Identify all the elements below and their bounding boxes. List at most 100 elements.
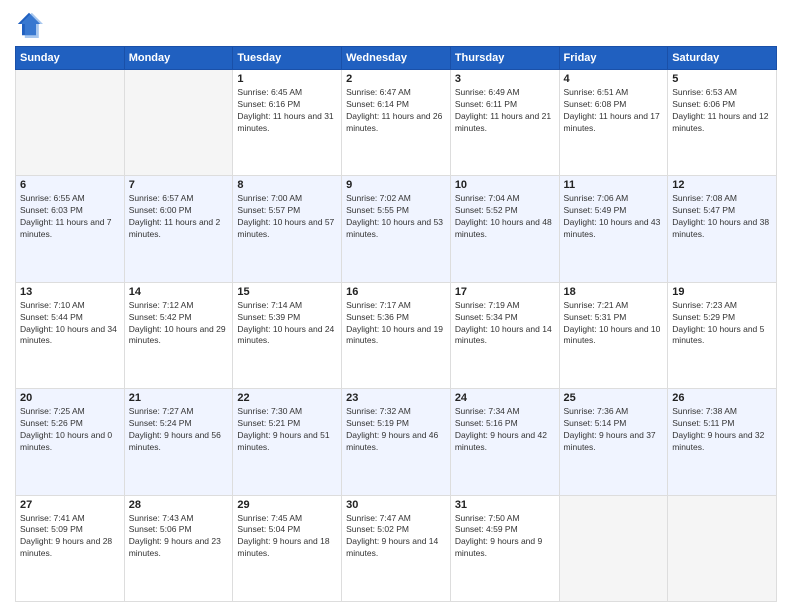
day-info: Sunrise: 7:12 AMSunset: 5:42 PMDaylight:… xyxy=(129,300,229,348)
day-number: 7 xyxy=(129,179,229,191)
day-info: Sunrise: 7:10 AMSunset: 5:44 PMDaylight:… xyxy=(20,300,120,348)
calendar-cell: 13 Sunrise: 7:10 AMSunset: 5:44 PMDayligh… xyxy=(16,282,125,388)
day-info: Sunrise: 7:27 AMSunset: 5:24 PMDaylight:… xyxy=(129,406,229,454)
calendar-cell: 19 Sunrise: 7:23 AMSunset: 5:29 PMDayligh… xyxy=(668,282,777,388)
day-info: Sunrise: 7:38 AMSunset: 5:11 PMDaylight:… xyxy=(672,406,772,454)
calendar-cell xyxy=(124,70,233,176)
calendar-cell: 1 Sunrise: 6:45 AMSunset: 6:16 PMDaylight… xyxy=(233,70,342,176)
day-number: 11 xyxy=(564,179,664,191)
calendar-cell: 21 Sunrise: 7:27 AMSunset: 5:24 PMDayligh… xyxy=(124,389,233,495)
day-number: 26 xyxy=(672,392,772,404)
calendar-cell: 20 Sunrise: 7:25 AMSunset: 5:26 PMDayligh… xyxy=(16,389,125,495)
day-number: 20 xyxy=(20,392,120,404)
day-info: Sunrise: 6:57 AMSunset: 6:00 PMDaylight:… xyxy=(129,193,229,241)
page: Sunday Monday Tuesday Wednesday Thursday… xyxy=(0,0,792,612)
day-number: 19 xyxy=(672,286,772,298)
day-number: 2 xyxy=(346,73,446,85)
day-info: Sunrise: 6:45 AMSunset: 6:16 PMDaylight:… xyxy=(237,87,337,135)
col-friday: Friday xyxy=(559,47,668,70)
calendar-week-4: 20 Sunrise: 7:25 AMSunset: 5:26 PMDayligh… xyxy=(16,389,777,495)
calendar-cell: 28 Sunrise: 7:43 AMSunset: 5:06 PMDayligh… xyxy=(124,495,233,601)
day-number: 8 xyxy=(237,179,337,191)
day-info: Sunrise: 6:55 AMSunset: 6:03 PMDaylight:… xyxy=(20,193,120,241)
day-number: 25 xyxy=(564,392,664,404)
calendar-cell: 10 Sunrise: 7:04 AMSunset: 5:52 PMDayligh… xyxy=(450,176,559,282)
calendar-cell: 11 Sunrise: 7:06 AMSunset: 5:49 PMDayligh… xyxy=(559,176,668,282)
day-number: 1 xyxy=(237,73,337,85)
calendar-week-5: 27 Sunrise: 7:41 AMSunset: 5:09 PMDayligh… xyxy=(16,495,777,601)
day-number: 27 xyxy=(20,499,120,511)
calendar-cell xyxy=(668,495,777,601)
day-info: Sunrise: 7:30 AMSunset: 5:21 PMDaylight:… xyxy=(237,406,337,454)
day-number: 29 xyxy=(237,499,337,511)
calendar-cell: 7 Sunrise: 6:57 AMSunset: 6:00 PMDaylight… xyxy=(124,176,233,282)
day-info: Sunrise: 7:19 AMSunset: 5:34 PMDaylight:… xyxy=(455,300,555,348)
calendar-cell: 2 Sunrise: 6:47 AMSunset: 6:14 PMDaylight… xyxy=(342,70,451,176)
day-info: Sunrise: 7:32 AMSunset: 5:19 PMDaylight:… xyxy=(346,406,446,454)
calendar-cell: 9 Sunrise: 7:02 AMSunset: 5:55 PMDaylight… xyxy=(342,176,451,282)
day-number: 16 xyxy=(346,286,446,298)
day-info: Sunrise: 6:53 AMSunset: 6:06 PMDaylight:… xyxy=(672,87,772,135)
calendar-cell xyxy=(16,70,125,176)
day-info: Sunrise: 7:21 AMSunset: 5:31 PMDaylight:… xyxy=(564,300,664,348)
col-saturday: Saturday xyxy=(668,47,777,70)
calendar-cell: 8 Sunrise: 7:00 AMSunset: 5:57 PMDaylight… xyxy=(233,176,342,282)
day-info: Sunrise: 7:06 AMSunset: 5:49 PMDaylight:… xyxy=(564,193,664,241)
day-info: Sunrise: 7:00 AMSunset: 5:57 PMDaylight:… xyxy=(237,193,337,241)
day-number: 14 xyxy=(129,286,229,298)
day-number: 10 xyxy=(455,179,555,191)
calendar-cell: 15Sunrise: 7:14 AMSunset: 5:39 PMDayligh… xyxy=(233,282,342,388)
calendar-header-row: Sunday Monday Tuesday Wednesday Thursday… xyxy=(16,47,777,70)
day-info: Sunrise: 7:47 AMSunset: 5:02 PMDaylight:… xyxy=(346,513,446,561)
day-info: Sunrise: 7:43 AMSunset: 5:06 PMDaylight:… xyxy=(129,513,229,561)
calendar-cell: 12 Sunrise: 7:08 AMSunset: 5:47 PMDayligh… xyxy=(668,176,777,282)
day-number: 15 xyxy=(237,286,337,298)
day-number: 22 xyxy=(237,392,337,404)
day-number: 13 xyxy=(20,286,120,298)
day-number: 28 xyxy=(129,499,229,511)
col-wednesday: Wednesday xyxy=(342,47,451,70)
day-info: Sunrise: 7:25 AMSunset: 5:26 PMDaylight:… xyxy=(20,406,120,454)
day-info: Sunrise: 7:41 AMSunset: 5:09 PMDaylight:… xyxy=(20,513,120,561)
day-number: 17 xyxy=(455,286,555,298)
col-thursday: Thursday xyxy=(450,47,559,70)
calendar-cell: 6Sunrise: 6:55 AMSunset: 6:03 PMDaylight… xyxy=(16,176,125,282)
day-number: 9 xyxy=(346,179,446,191)
day-info: Sunrise: 7:36 AMSunset: 5:14 PMDaylight:… xyxy=(564,406,664,454)
calendar-cell: 22 Sunrise: 7:30 AMSunset: 5:21 PMDayligh… xyxy=(233,389,342,495)
day-info: Sunrise: 7:34 AMSunset: 5:16 PMDaylight:… xyxy=(455,406,555,454)
day-info: Sunrise: 6:49 AMSunset: 6:11 PMDaylight:… xyxy=(455,87,555,135)
calendar-cell: 5 Sunrise: 6:53 AMSunset: 6:06 PMDaylight… xyxy=(668,70,777,176)
day-number: 5 xyxy=(672,73,772,85)
calendar-cell: 31Sunrise: 7:50 AMSunset: 4:59 PMDayligh… xyxy=(450,495,559,601)
day-number: 12 xyxy=(672,179,772,191)
day-info: Sunrise: 7:45 AMSunset: 5:04 PMDaylight:… xyxy=(237,513,337,561)
col-monday: Monday xyxy=(124,47,233,70)
day-number: 21 xyxy=(129,392,229,404)
calendar-cell: 14 Sunrise: 7:12 AMSunset: 5:42 PMDayligh… xyxy=(124,282,233,388)
day-info: Sunrise: 7:23 AMSunset: 5:29 PMDaylight:… xyxy=(672,300,772,348)
day-number: 24 xyxy=(455,392,555,404)
calendar-cell: 23 Sunrise: 7:32 AMSunset: 5:19 PMDayligh… xyxy=(342,389,451,495)
calendar-table: Sunday Monday Tuesday Wednesday Thursday… xyxy=(15,46,777,602)
calendar-cell: 25 Sunrise: 7:36 AMSunset: 5:14 PMDayligh… xyxy=(559,389,668,495)
day-info: Sunrise: 7:04 AMSunset: 5:52 PMDaylight:… xyxy=(455,193,555,241)
calendar-cell: 30Sunrise: 7:47 AMSunset: 5:02 PMDayligh… xyxy=(342,495,451,601)
day-number: 18 xyxy=(564,286,664,298)
calendar-cell: 27 Sunrise: 7:41 AMSunset: 5:09 PMDayligh… xyxy=(16,495,125,601)
calendar-week-1: 1 Sunrise: 6:45 AMSunset: 6:16 PMDaylight… xyxy=(16,70,777,176)
logo-icon xyxy=(15,10,43,38)
calendar-cell: 17 Sunrise: 7:19 AMSunset: 5:34 PMDayligh… xyxy=(450,282,559,388)
day-info: Sunrise: 6:47 AMSunset: 6:14 PMDaylight:… xyxy=(346,87,446,135)
calendar-cell xyxy=(559,495,668,601)
header xyxy=(15,10,777,38)
calendar-cell: 24 Sunrise: 7:34 AMSunset: 5:16 PMDayligh… xyxy=(450,389,559,495)
col-sunday: Sunday xyxy=(16,47,125,70)
day-info: Sunrise: 7:02 AMSunset: 5:55 PMDaylight:… xyxy=(346,193,446,241)
calendar-cell: 26 Sunrise: 7:38 AMSunset: 5:11 PMDayligh… xyxy=(668,389,777,495)
day-info: Sunrise: 7:08 AMSunset: 5:47 PMDaylight:… xyxy=(672,193,772,241)
calendar-cell: 18 Sunrise: 7:21 AMSunset: 5:31 PMDayligh… xyxy=(559,282,668,388)
day-number: 23 xyxy=(346,392,446,404)
day-number: 3 xyxy=(455,73,555,85)
calendar-cell: 16Sunrise: 7:17 AMSunset: 5:36 PMDayligh… xyxy=(342,282,451,388)
